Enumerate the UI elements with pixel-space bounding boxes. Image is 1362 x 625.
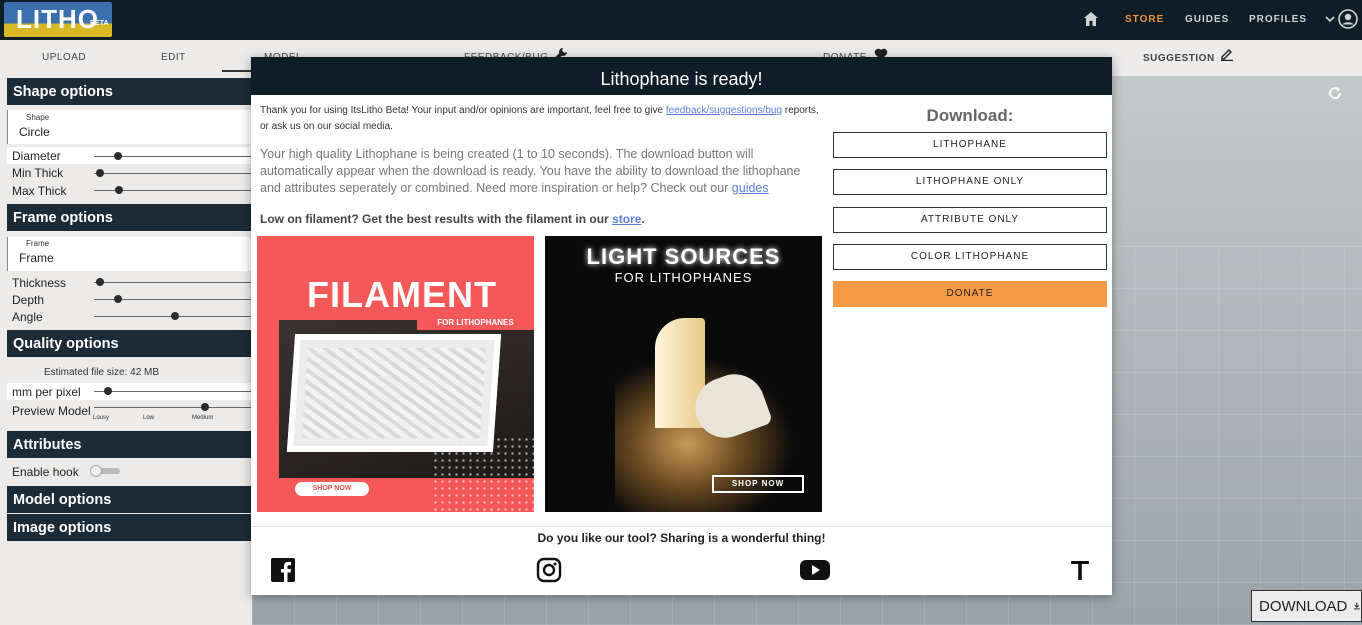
frame-label: Frame — [26, 239, 50, 248]
preview-model-slider-knob[interactable] — [200, 403, 209, 411]
download-lithophane-button[interactable]: LITHOPHANE — [833, 132, 1107, 158]
logo-text: LITHO — [16, 4, 99, 34]
active-tab-indicator — [222, 70, 252, 72]
donate-button[interactable]: DONATE — [833, 281, 1107, 307]
edit-icon — [1221, 49, 1233, 61]
preview-model-slider[interactable] — [94, 407, 252, 408]
lithophane-relief — [301, 348, 487, 438]
enable-hook-toggle-knob[interactable] — [90, 465, 102, 477]
store-link[interactable]: store — [612, 212, 641, 226]
thickness-slider[interactable] — [94, 282, 252, 283]
itslitho-logo[interactable]: LITHO BETA — [4, 2, 112, 37]
tab-upload[interactable]: UPLOAD — [42, 52, 86, 63]
filament-ad-tag: FOR LITHOPHANES — [417, 316, 534, 330]
tiktok-icon[interactable] — [1067, 557, 1093, 583]
diameter-label: Diameter — [12, 149, 61, 163]
depth-slider-knob[interactable] — [113, 295, 122, 303]
dot-pattern — [432, 436, 534, 512]
nav-guides[interactable]: GUIDES — [1185, 14, 1229, 25]
enable-hook-label: Enable hook — [12, 465, 79, 479]
nav-store[interactable]: STORE — [1125, 14, 1164, 25]
light-ad-subtitle: FOR LITHOPHANES — [614, 270, 753, 285]
preview-model-label: Preview Model — [12, 404, 91, 418]
share-prompt: Do you like our tool? Sharing is a wonde… — [537, 531, 826, 545]
top-header: LITHO BETA STORE GUIDES PROFILES — [0, 0, 1362, 40]
max-thick-label: Max Thick — [12, 184, 67, 198]
shape-value: Circle — [19, 125, 50, 139]
tick-lousy: Lousy — [93, 415, 110, 421]
download-lithophane-only-button[interactable]: LITHOPHANE ONLY — [833, 169, 1107, 195]
quality-options-header[interactable]: Quality options — [7, 330, 252, 357]
dialog-title: Lithophane is ready! — [251, 57, 1112, 95]
min-thick-label: Min Thick — [12, 166, 64, 180]
download-icon — [1354, 602, 1361, 610]
thickness-label: Thickness — [12, 276, 67, 290]
download-label: DOWNLOAD — [1259, 597, 1348, 615]
frame-value: Frame — [19, 251, 54, 265]
facebook-icon[interactable] — [270, 557, 296, 583]
tab-suggestion[interactable]: SUGGESTION — [1143, 53, 1215, 64]
download-attribute-only-button[interactable]: ATTRIBUTE ONLY — [833, 207, 1107, 233]
angle-label: Angle — [12, 310, 43, 324]
light-sources-ad-banner[interactable]: LIGHT SOURCES FOR LITHOPHANES SHOP NOW — [545, 236, 822, 512]
account-icon[interactable] — [1338, 9, 1358, 29]
download-heading: Download: — [926, 106, 1014, 125]
light-ad-title: LIGHT SOURCES — [586, 244, 781, 269]
file-size-text: Estimated file size: 42 MB — [44, 367, 160, 378]
min-thick-slider[interactable] — [94, 173, 252, 174]
shape-options-header[interactable]: Shape options — [7, 78, 252, 105]
download-color-lithophane-button[interactable]: COLOR LITHOPHANE — [833, 244, 1107, 270]
instagram-icon[interactable] — [536, 557, 562, 583]
frame-options-header[interactable]: Frame options — [7, 204, 252, 231]
mm-per-pixel-label: mm per pixel — [12, 385, 81, 399]
light-shop-now-button[interactable]: SHOP NOW — [712, 475, 804, 493]
filament-shop-now-button[interactable]: SHOP NOW — [295, 482, 369, 496]
youtube-icon[interactable] — [799, 557, 831, 583]
diameter-slider-knob[interactable] — [113, 152, 122, 160]
tick-medium: Medium — [192, 415, 214, 421]
filament-prompt: Low on filament? Get the best results wi… — [260, 212, 645, 226]
refresh-icon[interactable] — [1328, 86, 1342, 100]
tick-low: Low — [143, 415, 155, 421]
status-text: Your high quality Lithophane is being cr… — [260, 147, 801, 195]
lithophane-ready-dialog: Lithophane is ready! Thank you for using… — [251, 57, 1112, 595]
filament-ad-title: FILAMENT — [307, 274, 497, 315]
model-options-header[interactable]: Model options — [7, 486, 252, 513]
chevron-down-icon[interactable] — [1324, 13, 1336, 25]
nav-profiles[interactable]: PROFILES — [1249, 14, 1307, 25]
tab-edit[interactable]: EDIT — [161, 52, 186, 63]
intro-text: Thank you for using ItsLitho Beta! Your … — [260, 105, 819, 132]
guides-link[interactable]: guides — [732, 181, 769, 195]
home-icon[interactable] — [1083, 11, 1099, 27]
filament-ad-banner[interactable]: FILAMENT FOR LITHOPHANES SHOP NOW — [257, 236, 534, 512]
image-options-header[interactable]: Image options — [7, 514, 252, 541]
angle-slider-knob[interactable] — [170, 312, 179, 320]
logo-badge: BETA — [90, 20, 109, 27]
depth-label: Depth — [12, 293, 45, 307]
mm-per-pixel-slider[interactable] — [94, 391, 252, 392]
attributes-header[interactable]: Attributes — [7, 431, 252, 458]
download-button[interactable]: DOWNLOAD — [1251, 590, 1362, 622]
dialog-divider — [251, 526, 1112, 527]
feedback-link[interactable]: feedback/suggestions/bug — [666, 105, 782, 116]
shape-label: Shape — [26, 113, 50, 122]
